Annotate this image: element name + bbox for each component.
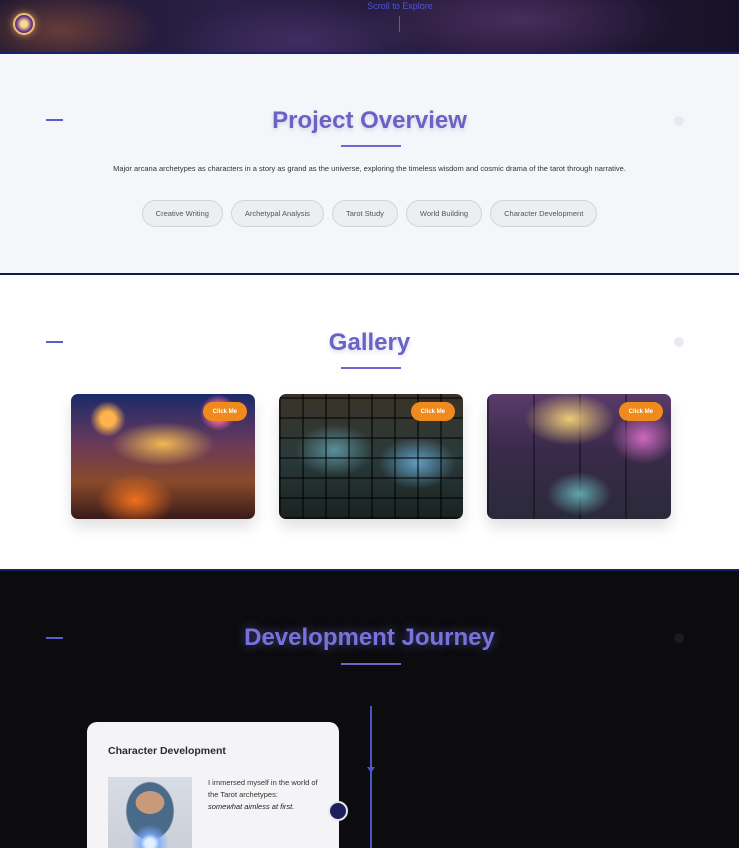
journey-card-emphasis: somewhat aimless at first.: [208, 802, 295, 811]
tag-creative-writing[interactable]: Creative Writing: [141, 200, 223, 227]
timeline-arrow-icon: [367, 767, 375, 773]
scroll-indicator-line: [399, 16, 400, 32]
tag-tarot-study[interactable]: Tarot Study: [331, 200, 398, 227]
tag-world-building[interactable]: World Building: [405, 200, 483, 227]
journey-card: Character Development I immersed myself …: [87, 722, 339, 848]
section-title: Development Journey: [244, 624, 495, 651]
click-me-button[interactable]: Click Me: [618, 402, 663, 421]
tag-character-development[interactable]: Character Development: [490, 200, 598, 227]
scroll-link[interactable]: Scroll to Explore: [340, 1, 460, 11]
hero-banner: Scroll to Explore: [0, 0, 739, 54]
tag-archetypal-analysis[interactable]: Archetypal Analysis: [230, 200, 324, 227]
decorative-dot-icon: [674, 116, 684, 126]
decorative-dot-icon: [674, 633, 684, 643]
gallery-card-1[interactable]: Click Me: [71, 394, 255, 519]
gallery-card-3[interactable]: Click Me: [487, 394, 671, 519]
gallery-card-2[interactable]: Click Me: [279, 394, 463, 519]
logo-icon[interactable]: [13, 13, 35, 35]
tag-list: Creative Writing Archetypal Analysis Tar…: [0, 200, 739, 227]
timeline-line: [370, 706, 372, 848]
title-underline: [341, 367, 401, 369]
journey-card-image: [108, 777, 192, 848]
timeline-dot-icon: [328, 801, 348, 821]
journey-card-title: Character Development: [108, 745, 226, 757]
section-title: Gallery: [328, 329, 411, 356]
gallery-section: Gallery Click Me Click Me Click Me: [0, 275, 739, 571]
decorative-dot-icon: [674, 337, 684, 347]
click-me-button[interactable]: Click Me: [410, 402, 455, 421]
journey-card-text: I immersed myself in the world of the Ta…: [208, 777, 326, 813]
development-journey-section: Development Journey Character Developmen…: [0, 571, 739, 848]
title-underline: [341, 663, 401, 665]
section-title: Project Overview: [272, 107, 467, 134]
journey-card-body: I immersed myself in the world of the Ta…: [208, 778, 318, 799]
title-underline: [341, 145, 401, 147]
project-overview-section: Project Overview Major arcana archetypes…: [0, 54, 739, 275]
click-me-button[interactable]: Click Me: [202, 402, 247, 421]
overview-description: Major arcana archetypes as characters in…: [113, 164, 626, 173]
